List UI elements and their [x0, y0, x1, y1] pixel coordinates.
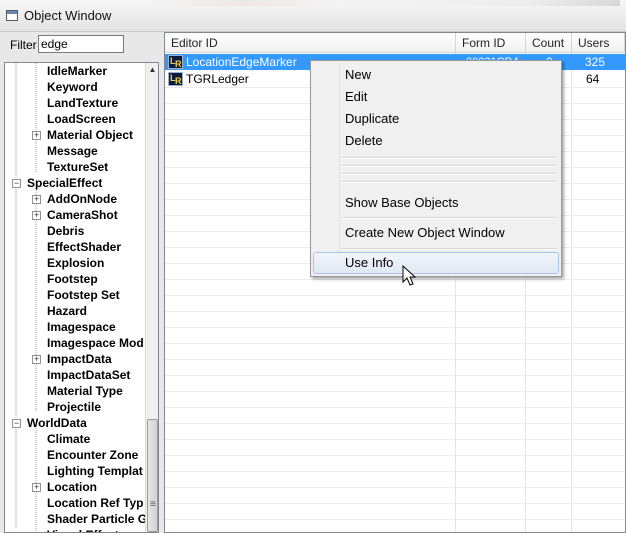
grid-line: [165, 519, 625, 520]
tree-item[interactable]: Imagespace: [47, 319, 116, 335]
title-bar[interactable]: Object Window: [0, 0, 626, 32]
tree-item[interactable]: Climate: [47, 431, 90, 447]
tree-item[interactable]: IdleMarker: [47, 63, 107, 79]
grid-line: [165, 503, 625, 504]
column-header-users[interactable]: Users: [572, 33, 625, 53]
tree-item[interactable]: ImpactData: [47, 351, 112, 367]
tree-item[interactable]: Message: [47, 143, 98, 159]
tree-item[interactable]: SpecialEffect: [27, 175, 102, 191]
scrollbar-thumb[interactable]: ≡: [147, 419, 158, 532]
collapse-icon[interactable]: −: [12, 179, 21, 188]
menu-item-duplicate[interactable]: Duplicate: [313, 108, 559, 130]
tree-item[interactable]: Keyword: [47, 79, 98, 95]
tree-item[interactable]: Location Ref Typ: [47, 495, 143, 511]
location-ref-icon: L R: [168, 72, 183, 86]
tree-item[interactable]: Material Object: [47, 127, 133, 143]
tree-item[interactable]: Footstep Set: [47, 287, 120, 303]
context-menu: New Edit Duplicate Delete Show Base Obje…: [310, 60, 562, 277]
column-header-form-id[interactable]: Form ID: [456, 33, 526, 53]
menu-separator: [341, 217, 557, 219]
grid-line: [165, 455, 625, 456]
column-header-editor-id[interactable]: Editor ID: [165, 33, 456, 53]
menu-item-create-new-object-window[interactable]: Create New Object Window: [313, 222, 559, 244]
tree-item[interactable]: WorldData: [27, 415, 87, 431]
expand-icon[interactable]: +: [32, 211, 41, 220]
editor-id-cell: TGRLedger: [186, 72, 249, 86]
grid-line: [165, 423, 625, 424]
menu-separator: [341, 181, 557, 183]
grid-line: [165, 343, 625, 344]
menu-separator: [341, 248, 557, 250]
column-header-count[interactable]: Count: [526, 33, 572, 53]
grid-line: [165, 375, 625, 376]
scroll-up-arrow-icon[interactable]: ▲: [146, 63, 158, 77]
users-cell: 325: [585, 55, 606, 69]
collapse-icon[interactable]: −: [12, 419, 21, 428]
editor-id-cell: LocationEdgeMarker: [186, 55, 297, 69]
expand-icon[interactable]: +: [32, 355, 41, 364]
menu-item-new[interactable]: New: [313, 64, 559, 86]
title-bar-background: [150, 0, 620, 6]
scrollbar-grip-icon: ≡: [150, 499, 156, 510]
grid-line: [165, 279, 625, 280]
grid-line: [571, 53, 572, 532]
tree-item[interactable]: LandTexture: [47, 95, 118, 111]
tree-item[interactable]: Debris: [47, 223, 84, 239]
tree-item[interactable]: Imagespace Mod: [47, 335, 144, 351]
category-tree[interactable]: IdleMarker Keyword LandTexture LoadScreen Ma…: [4, 62, 159, 533]
location-ref-icon: L R: [168, 55, 183, 69]
menu-item-edit[interactable]: Edit: [313, 86, 559, 108]
tree-item[interactable]: CameraShot: [47, 207, 118, 223]
tree-item[interactable]: EffectShader: [47, 239, 121, 255]
menu-separator: [341, 157, 557, 159]
expand-icon[interactable]: +: [32, 483, 41, 492]
tree-scrollbar[interactable]: ▲ ≡: [145, 63, 158, 532]
menu-item-delete[interactable]: Delete: [313, 130, 559, 152]
tree-item[interactable]: ImpactDataSet: [47, 367, 130, 383]
tree-item[interactable]: Encounter Zone: [47, 447, 138, 463]
tree-item[interactable]: Shader Particle G: [47, 511, 147, 527]
tree-item[interactable]: Visual Effect: [47, 527, 119, 532]
tree-item[interactable]: Lighting Templat: [47, 463, 143, 479]
menu-separator: [341, 165, 557, 167]
tree-item[interactable]: Hazard: [47, 303, 87, 319]
grid-line: [165, 359, 625, 360]
users-cell: 64: [586, 72, 600, 86]
tree-item[interactable]: LoadScreen: [47, 111, 116, 127]
mouse-pointer-icon: [402, 265, 416, 286]
tree-item[interactable]: Explosion: [47, 255, 104, 271]
tree-item[interactable]: Projectile: [47, 399, 101, 415]
grid-line: [165, 295, 625, 296]
grid-line: [165, 391, 625, 392]
menu-item-use-info[interactable]: Use Info: [313, 252, 559, 274]
window-icon: [6, 10, 18, 21]
filter-label: Filter: [10, 38, 37, 52]
menu-separator: [341, 173, 557, 175]
filter-input[interactable]: [38, 35, 124, 53]
grid-line: [165, 487, 625, 488]
tree-item[interactable]: Footstep: [47, 271, 98, 287]
grid-line: [165, 327, 625, 328]
tree-item[interactable]: TextureSet: [47, 159, 108, 175]
grid-line: [165, 407, 625, 408]
expand-icon[interactable]: +: [32, 195, 41, 204]
tree-item[interactable]: AddOnNode: [47, 191, 117, 207]
grid-line: [165, 439, 625, 440]
menu-item-show-base-objects[interactable]: Show Base Objects: [313, 192, 559, 214]
window-title: Object Window: [24, 8, 112, 23]
grid-line: [165, 471, 625, 472]
grid-line: [165, 311, 625, 312]
tree-item[interactable]: Location: [47, 479, 97, 495]
tree-item[interactable]: Material Type: [47, 383, 123, 399]
expand-icon[interactable]: +: [32, 131, 41, 140]
